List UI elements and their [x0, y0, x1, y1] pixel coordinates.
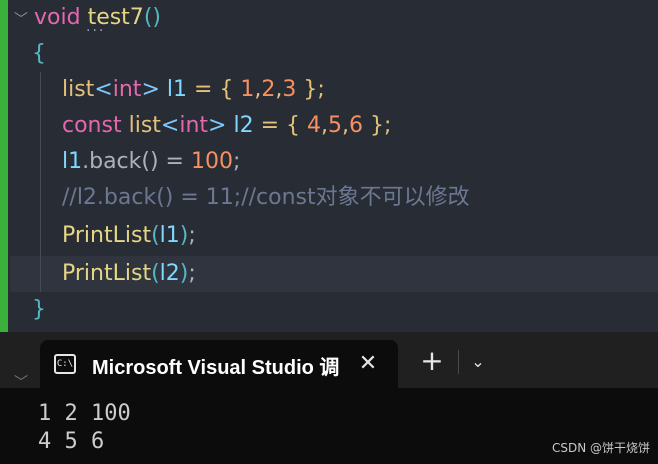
- punct: ;: [188, 261, 196, 286]
- code-line-9[interactable]: }: [32, 292, 46, 328]
- code-line-3[interactable]: list<int> l1 = { 1,2,3 };: [62, 72, 325, 108]
- punct: =: [158, 149, 191, 174]
- hint-dots: ···: [86, 23, 106, 39]
- punct: <: [160, 113, 180, 138]
- punct: >: [141, 77, 160, 102]
- code-line-2[interactable]: {: [32, 36, 46, 72]
- punct: };: [363, 113, 392, 138]
- keyword: const: [62, 113, 122, 138]
- punct: ,: [321, 113, 328, 138]
- punct: ;: [188, 223, 196, 248]
- number: 6: [349, 113, 363, 138]
- punct: >: [208, 113, 227, 138]
- code-line-7[interactable]: PrintList(l1);: [62, 218, 196, 254]
- new-tab-button[interactable]: +: [416, 346, 448, 378]
- variable: l1: [159, 223, 180, 248]
- fold-chevron-icon[interactable]: ﹀: [14, 9, 28, 29]
- code-line-4[interactable]: const list<int> l2 = { 4,5,6 };: [62, 108, 391, 144]
- number: 5: [328, 113, 342, 138]
- variable: l1: [62, 149, 83, 174]
- punct: };: [296, 77, 325, 102]
- type: int: [112, 77, 142, 102]
- function-call: PrintList: [62, 261, 152, 286]
- number: 2: [261, 77, 276, 102]
- terminal-tabstrip: ﹀ C:\ Microsoft Visual Studio 调 ✕ + ⌄: [0, 332, 658, 391]
- indent-guide: [40, 72, 41, 292]
- console-output-line-2: 4 5 6: [38, 429, 105, 454]
- type: list: [128, 113, 161, 138]
- watermark: CSDN @饼干烧饼: [551, 441, 650, 455]
- code-editor[interactable]: ﹀ void test7() ··· { list<int> l1 = { 1,…: [0, 0, 658, 332]
- tab-title: Microsoft Visual Studio 调: [92, 357, 340, 379]
- code-line-8[interactable]: PrintList(l2);: [62, 256, 196, 292]
- variable: l1: [166, 77, 187, 102]
- console-icon: C:\: [54, 354, 76, 374]
- paren: ): [152, 5, 161, 30]
- variable: l2: [233, 113, 254, 138]
- number: 1: [240, 77, 255, 102]
- function-call: PrintList: [62, 223, 152, 248]
- tab-divider: [458, 350, 459, 374]
- punct: <: [94, 77, 113, 102]
- terminal-tab[interactable]: C:\ Microsoft Visual Studio 调 ✕: [40, 340, 398, 388]
- keyword: void: [34, 5, 81, 30]
- punct: = {: [186, 77, 241, 102]
- paren: (: [151, 223, 160, 248]
- console-output-line-1: 1 2 100: [38, 401, 131, 426]
- method-call: .back(): [82, 149, 159, 174]
- close-icon[interactable]: ✕: [352, 348, 384, 380]
- number: 3: [282, 77, 297, 102]
- number: 100: [190, 149, 233, 174]
- number: 4: [307, 113, 321, 138]
- punct: ;: [232, 149, 241, 174]
- code-line-5[interactable]: l1.back() = 100;: [62, 144, 240, 180]
- fold-chevron-icon: ﹀: [14, 375, 28, 391]
- punct: = {: [253, 113, 307, 138]
- code-line-6-comment[interactable]: //l2.back() = 11;//const对象不可以修改: [62, 180, 470, 216]
- punct: ,: [342, 113, 349, 138]
- chevron-down-icon[interactable]: ⌄: [464, 348, 492, 376]
- variable: l2: [159, 261, 180, 286]
- type: list: [62, 77, 95, 102]
- paren: (: [151, 261, 160, 286]
- type: int: [179, 113, 209, 138]
- change-indicator-bar: [0, 0, 8, 332]
